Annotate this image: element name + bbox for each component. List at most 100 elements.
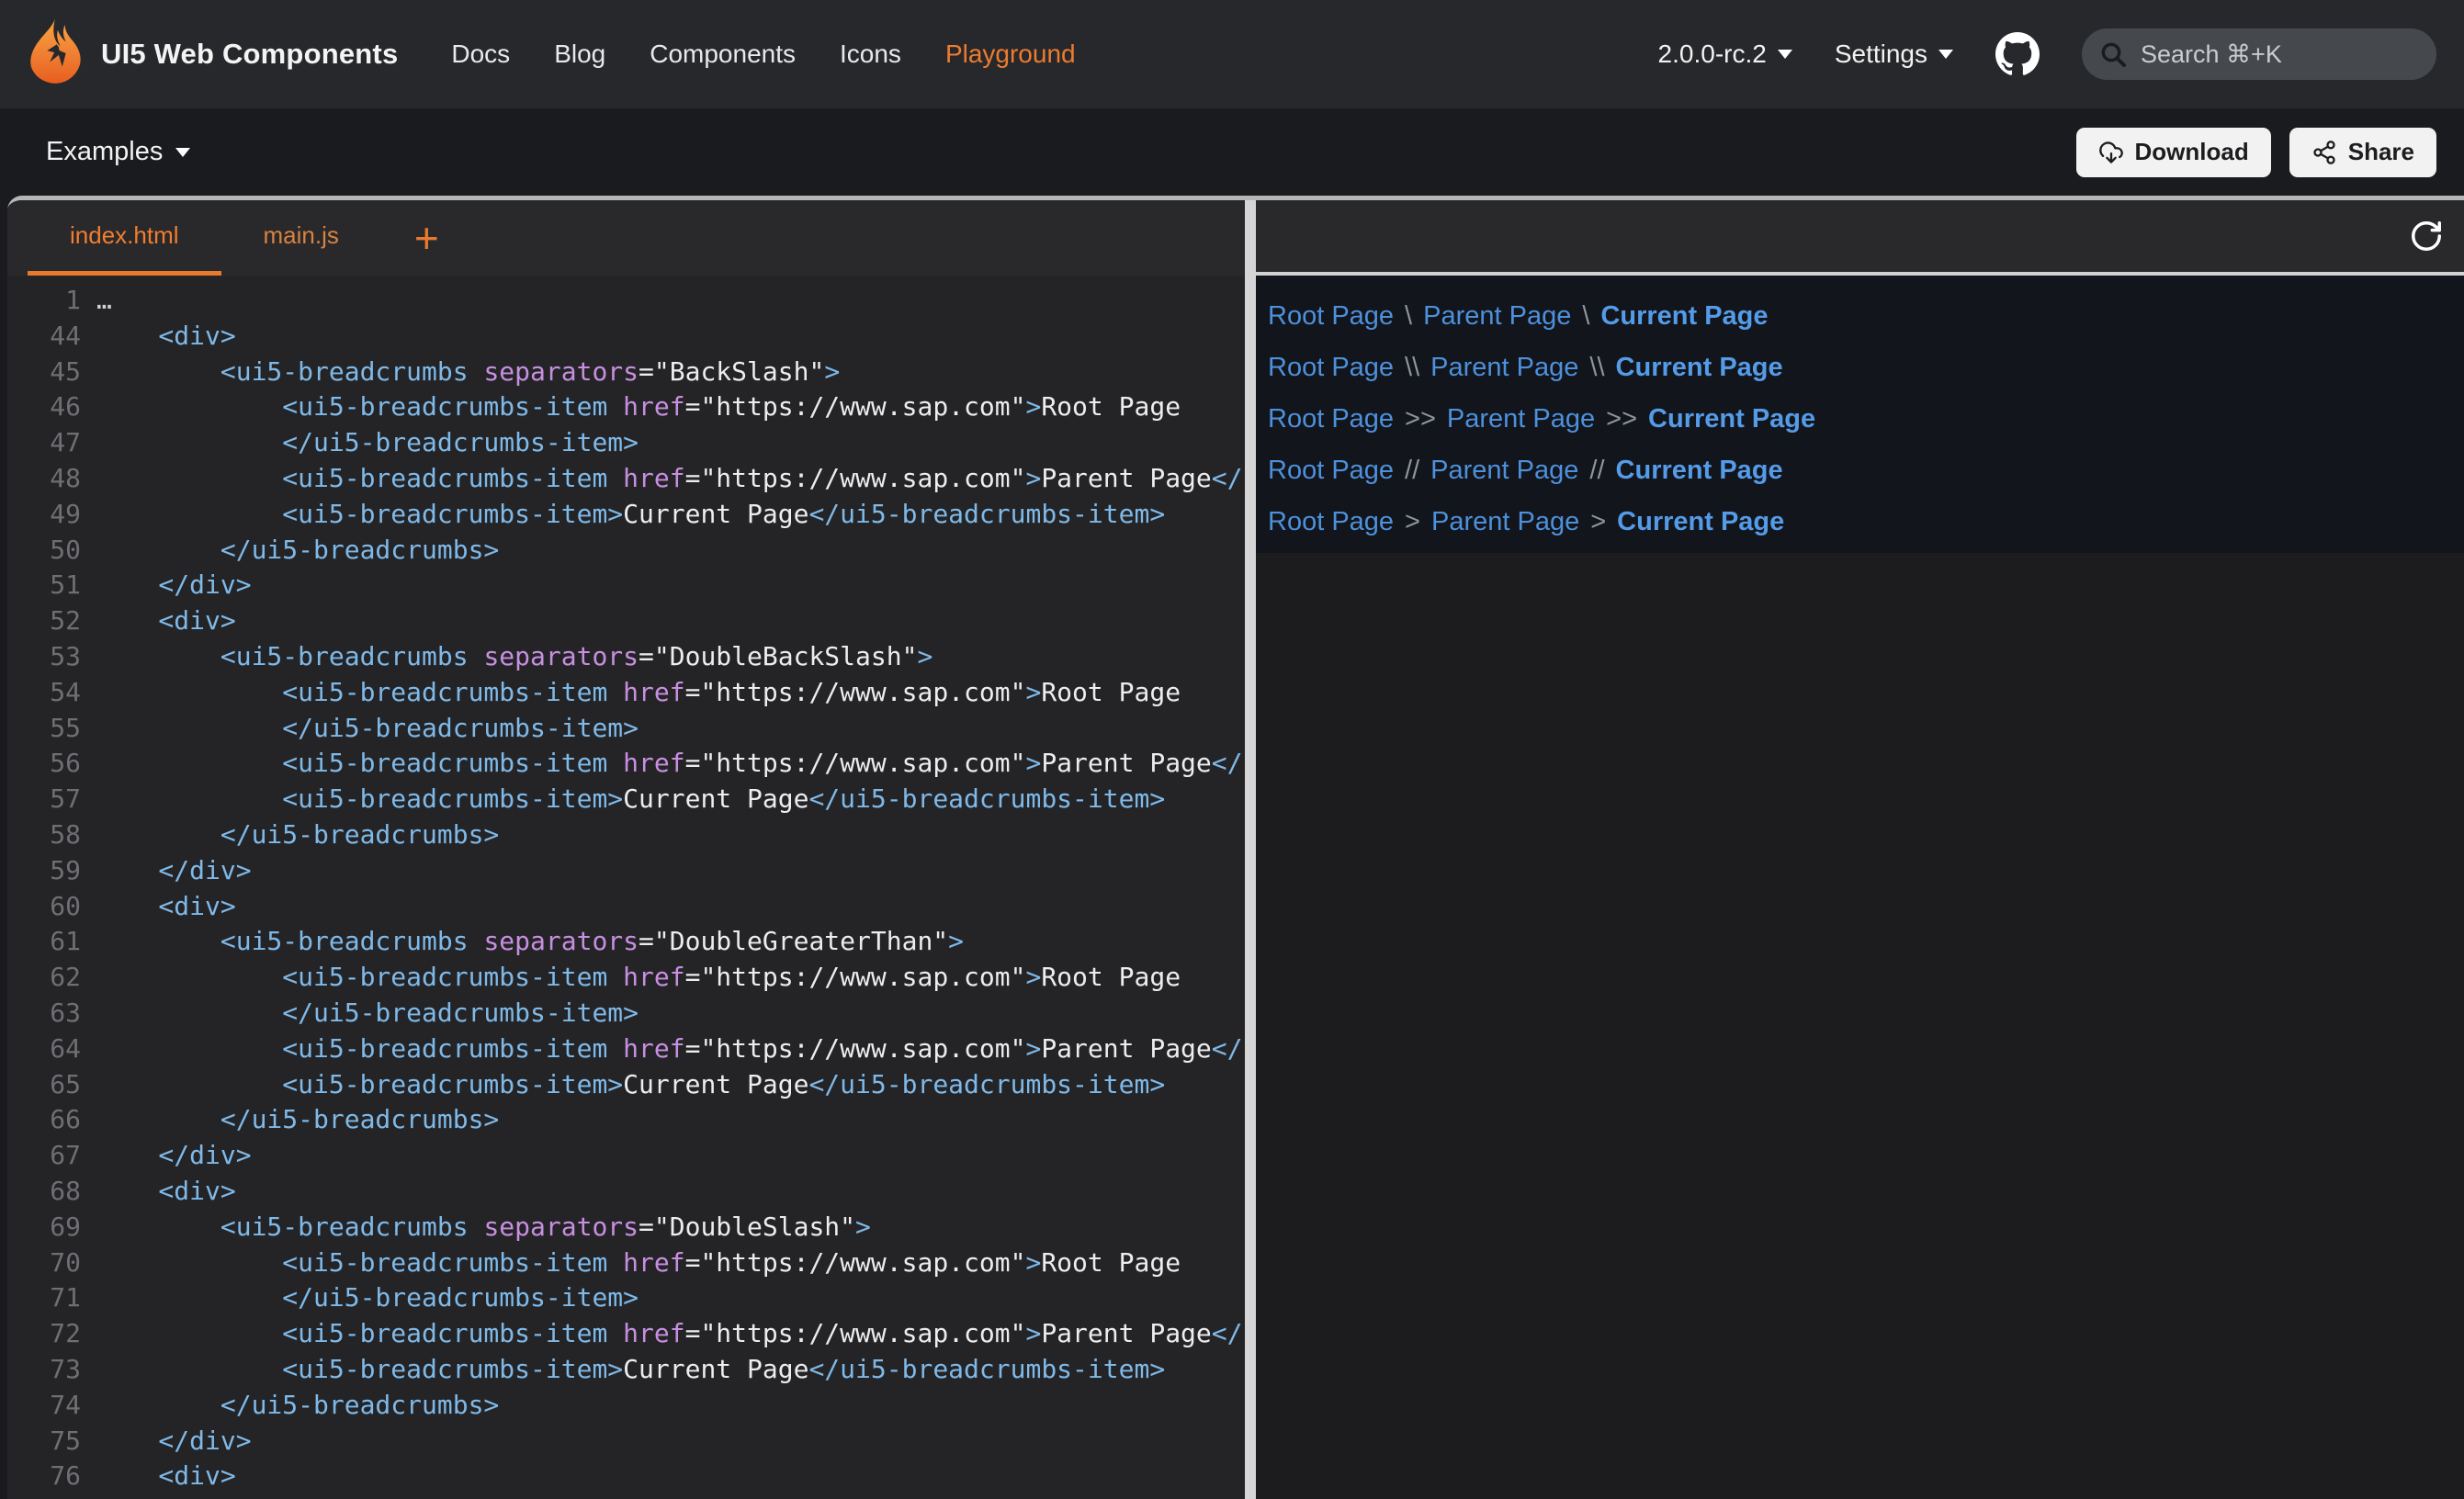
nav-link-icons[interactable]: Icons [840,39,901,69]
settings-dropdown[interactable]: Settings [1835,39,1953,69]
code-line-63: 63 </ui5-breadcrumbs-item> [7,996,1245,1031]
breadcrumb-link[interactable]: Parent Page [1423,301,1571,332]
code-line-70: 70 <ui5-breadcrumbs-item href="https://w… [7,1245,1245,1281]
code-line-74: 74 </ui5-breadcrumbs> [7,1388,1245,1424]
breadcrumb-current[interactable]: Current Page [1616,456,1783,486]
line-number: 63 [7,996,81,1031]
nav-link-playground[interactable]: Playground [945,39,1076,69]
code-line-51: 51 </div> [7,568,1245,603]
code-line-62: 62 <ui5-breadcrumbs-item href="https://w… [7,960,1245,996]
ui5-phoenix-logo-icon [28,17,85,92]
code-line-47: 47 </ui5-breadcrumbs-item> [7,425,1245,461]
github-link[interactable] [1995,32,2040,76]
line-number: 57 [7,782,81,817]
refresh-icon[interactable] [2409,219,2444,254]
brand[interactable]: UI5 Web Components [28,17,398,92]
examples-toolbar: Examples Download [0,108,2464,196]
line-number: 50 [7,533,81,569]
line-number: 71 [7,1280,81,1316]
download-label: Download [2135,138,2249,166]
breadcrumb-current[interactable]: Current Page [1616,353,1783,383]
breadcrumb-current[interactable]: Current Page [1648,404,1815,434]
breadcrumb-link[interactable]: Root Page [1268,404,1394,434]
top-navbar: UI5 Web Components Docs Blog Components Ico… [0,0,2464,108]
code-line-72: 72 <ui5-breadcrumbs-item href="https://w… [7,1316,1245,1352]
line-number: 56 [7,746,81,782]
line-number: 52 [7,603,81,639]
code-line-53: 53 <ui5-breadcrumbs separators="DoubleBa… [7,639,1245,675]
code-line-45: 45 <ui5-breadcrumbs separators="BackSlas… [7,355,1245,390]
chevron-down-icon [175,148,190,157]
breadcrumb-separator: > [1405,507,1420,537]
code-line-69: 69 <ui5-breadcrumbs separators="DoubleSl… [7,1210,1245,1245]
line-number: 55 [7,711,81,747]
preview-header [1256,200,2464,276]
code-line-52: 52 <div> [7,603,1245,639]
chevron-down-icon [1938,50,1953,59]
breadcrumb-link[interactable]: Root Page [1268,301,1394,332]
breadcrumb-link[interactable]: Root Page [1268,456,1394,486]
breadcrumb-current[interactable]: Current Page [1617,507,1784,537]
code-line-44: 44 <div> [7,319,1245,355]
share-label: Share [2348,138,2414,166]
breadcrumb-link[interactable]: Root Page [1268,353,1394,383]
code-line-57: 57 <ui5-breadcrumbs-item>Current Page</u… [7,782,1245,817]
share-button[interactable]: Share [2289,128,2436,177]
pane-splitter[interactable] [1245,200,1256,1499]
line-number: 74 [7,1388,81,1424]
tab-main.js[interactable]: main.js [221,200,381,276]
nav-link-components[interactable]: Components [650,39,796,69]
breadcrumb-link[interactable]: Parent Page [1430,353,1578,383]
line-number: 60 [7,889,81,925]
code-line-55: 55 </ui5-breadcrumbs-item> [7,711,1245,747]
download-button[interactable]: Download [2076,128,2271,177]
line-number: 44 [7,319,81,355]
line-number: 64 [7,1031,81,1067]
breadcrumb-current[interactable]: Current Page [1600,301,1768,332]
code-line-71: 71 </ui5-breadcrumbs-item> [7,1280,1245,1316]
code-editor[interactable]: 1…44 <div>45 <ui5-breadcrumbs separators… [7,276,1245,1499]
line-number: 53 [7,639,81,675]
line-number: 54 [7,675,81,711]
search-placeholder: Search ⌘+K [2141,40,2282,69]
code-line-66: 66 </ui5-breadcrumbs> [7,1102,1245,1138]
breadcrumb-link[interactable]: Root Page [1268,507,1394,537]
version-dropdown[interactable]: 2.0.0-rc.2 [1658,39,1792,69]
line-number: 76 [7,1459,81,1494]
line-number: 70 [7,1245,81,1281]
version-label: 2.0.0-rc.2 [1658,39,1767,69]
github-icon [1995,32,2040,76]
line-number: 46 [7,389,81,425]
code-editor-pane: index.htmlmain.js + 1…44 <div>45 <ui5-br… [7,200,1245,1499]
code-line-61: 61 <ui5-breadcrumbs separators="DoubleGr… [7,924,1245,960]
line-number: 59 [7,853,81,889]
line-number: 65 [7,1067,81,1103]
breadcrumb-link[interactable]: Parent Page [1431,507,1579,537]
tab-index.html[interactable]: index.html [28,200,221,276]
breadcrumb-separator: > [1590,507,1606,537]
add-file-button[interactable]: + [405,200,448,276]
examples-dropdown[interactable]: Examples [46,137,190,167]
line-number: 61 [7,924,81,960]
code-line-59: 59 </div> [7,853,1245,889]
line-number: 48 [7,461,81,497]
search-input[interactable]: Search ⌘+K [2082,28,2436,80]
line-number: 72 [7,1316,81,1352]
nav-link-blog[interactable]: Blog [554,39,605,69]
breadcrumb-link[interactable]: Parent Page [1447,404,1595,434]
breadcrumb-example-row-2: Root Page\\Parent Page\\Current Page [1268,342,2464,393]
breadcrumb-link[interactable]: Parent Page [1430,456,1578,486]
nav-links: Docs Blog Components Icons Playground [451,39,1119,69]
navbar-right: 2.0.0-rc.2 Settings Search ⌘+K [1658,28,2436,80]
breadcrumb-separator: // [1405,456,1419,486]
line-number: 58 [7,817,81,853]
share-icon [2311,140,2337,165]
code-line-73: 73 <ui5-breadcrumbs-item>Current Page</u… [7,1352,1245,1388]
nav-link-docs[interactable]: Docs [451,39,510,69]
breadcrumb-separator: \\ [1405,353,1419,383]
search-icon [2098,39,2128,69]
line-number: 1 [7,283,81,319]
line-number: 62 [7,960,81,996]
app-root: UI5 Web Components Docs Blog Components Ico… [0,0,2464,1499]
code-line-58: 58 </ui5-breadcrumbs> [7,817,1245,853]
